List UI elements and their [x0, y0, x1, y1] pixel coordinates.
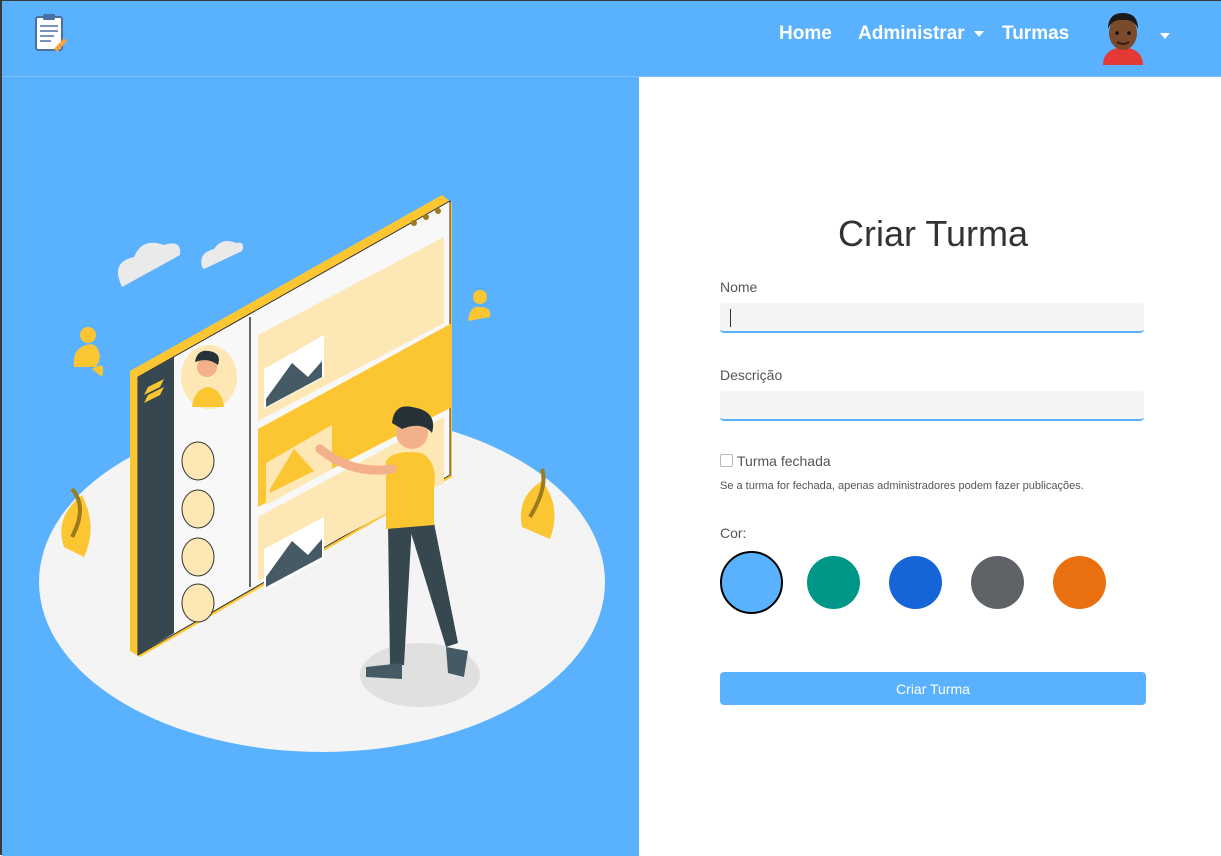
page-title: Criar Turma: [837, 213, 1029, 254]
closed-class-label[interactable]: Turma fechada: [737, 453, 831, 469]
create-class-form: Criar Turma Nome Descrição Turma fechada…: [718, 77, 1148, 856]
color-swatch[interactable]: [971, 556, 1024, 609]
description-label: Descrição: [720, 367, 783, 383]
nav-admin-dropdown[interactable]: Administrar: [858, 23, 984, 45]
nav-classes-link[interactable]: Turmas: [1002, 23, 1069, 45]
color-swatch[interactable]: [889, 556, 942, 609]
text-cursor: [730, 309, 731, 327]
illustration-panel: [2, 77, 639, 856]
closed-class-checkbox[interactable]: [720, 454, 733, 467]
chevron-down-icon: [973, 30, 984, 37]
avatar-chevron-down-icon[interactable]: [1160, 33, 1170, 39]
color-swatch[interactable]: [1053, 556, 1106, 609]
clipboard-logo-icon[interactable]: [32, 13, 68, 53]
online-classroom-illustration: [39, 195, 605, 752]
color-swatch[interactable]: [807, 556, 860, 609]
top-navbar: Home Administrar Turmas: [2, 1, 1221, 77]
closed-class-hint: Se a turma for fechada, apenas administr…: [720, 480, 1084, 492]
description-input[interactable]: [720, 391, 1144, 421]
user-avatar[interactable]: [1098, 9, 1148, 65]
name-input[interactable]: [720, 303, 1144, 333]
create-class-button[interactable]: Criar Turma: [720, 672, 1146, 705]
nav-admin-label: Administrar: [858, 23, 965, 44]
color-label: Cor:: [720, 525, 747, 541]
name-label: Nome: [720, 279, 758, 295]
color-swatch[interactable]: [720, 551, 783, 614]
nav-home-link[interactable]: Home: [779, 23, 832, 45]
